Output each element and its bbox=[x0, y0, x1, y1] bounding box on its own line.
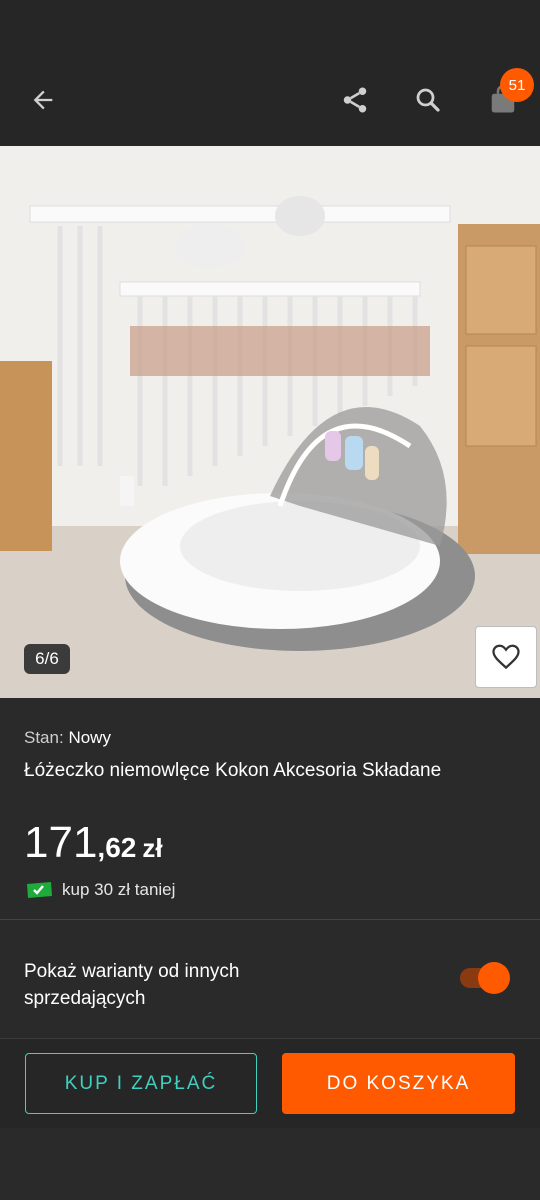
top-toolbar bbox=[0, 56, 540, 146]
divider bbox=[0, 919, 540, 920]
toggle-thumb bbox=[478, 962, 510, 994]
product-photo bbox=[0, 146, 540, 698]
heart-icon bbox=[492, 644, 520, 670]
search-icon bbox=[416, 88, 440, 112]
other-sellers-label: Pokaż warianty od innych sprzedających bbox=[24, 961, 240, 1009]
back-button[interactable] bbox=[19, 76, 67, 124]
favorite-button[interactable] bbox=[475, 626, 537, 688]
product-title: Łóżeczko niemowlęce Kokon Akcesoria Skła… bbox=[24, 760, 442, 781]
search-button[interactable] bbox=[404, 76, 452, 124]
price-decimal: ,62 bbox=[97, 832, 137, 863]
promo-text: kup 30 zł taniej bbox=[62, 880, 176, 899]
bottom-action-bar: KUP I ZAPŁAĆ DO KOSZYKA bbox=[0, 1038, 540, 1129]
price: 171,62 zł bbox=[24, 818, 163, 868]
arrow-left-icon bbox=[33, 90, 53, 110]
condition-row: Stan: Nowy bbox=[24, 728, 111, 748]
other-sellers-toggle[interactable] bbox=[460, 962, 510, 994]
condition-value: Nowy bbox=[68, 728, 111, 747]
price-currency: zł bbox=[142, 833, 163, 863]
cart-count-badge: 51 bbox=[500, 68, 534, 102]
status-bar bbox=[0, 0, 540, 56]
system-navigation-area bbox=[0, 1128, 540, 1200]
coupon-icon bbox=[27, 882, 52, 898]
buy-now-button[interactable]: KUP I ZAPŁAĆ bbox=[25, 1053, 257, 1114]
image-counter: 6/6 bbox=[24, 644, 70, 674]
share-icon bbox=[343, 87, 367, 113]
condition-label: Stan: bbox=[24, 728, 64, 747]
share-button[interactable] bbox=[331, 76, 379, 124]
price-integer: 171 bbox=[24, 818, 98, 867]
promo-row[interactable]: kup 30 zł taniej bbox=[24, 880, 175, 900]
product-image-gallery[interactable] bbox=[0, 146, 540, 698]
add-to-cart-button[interactable]: DO KOSZYKA bbox=[282, 1053, 515, 1114]
